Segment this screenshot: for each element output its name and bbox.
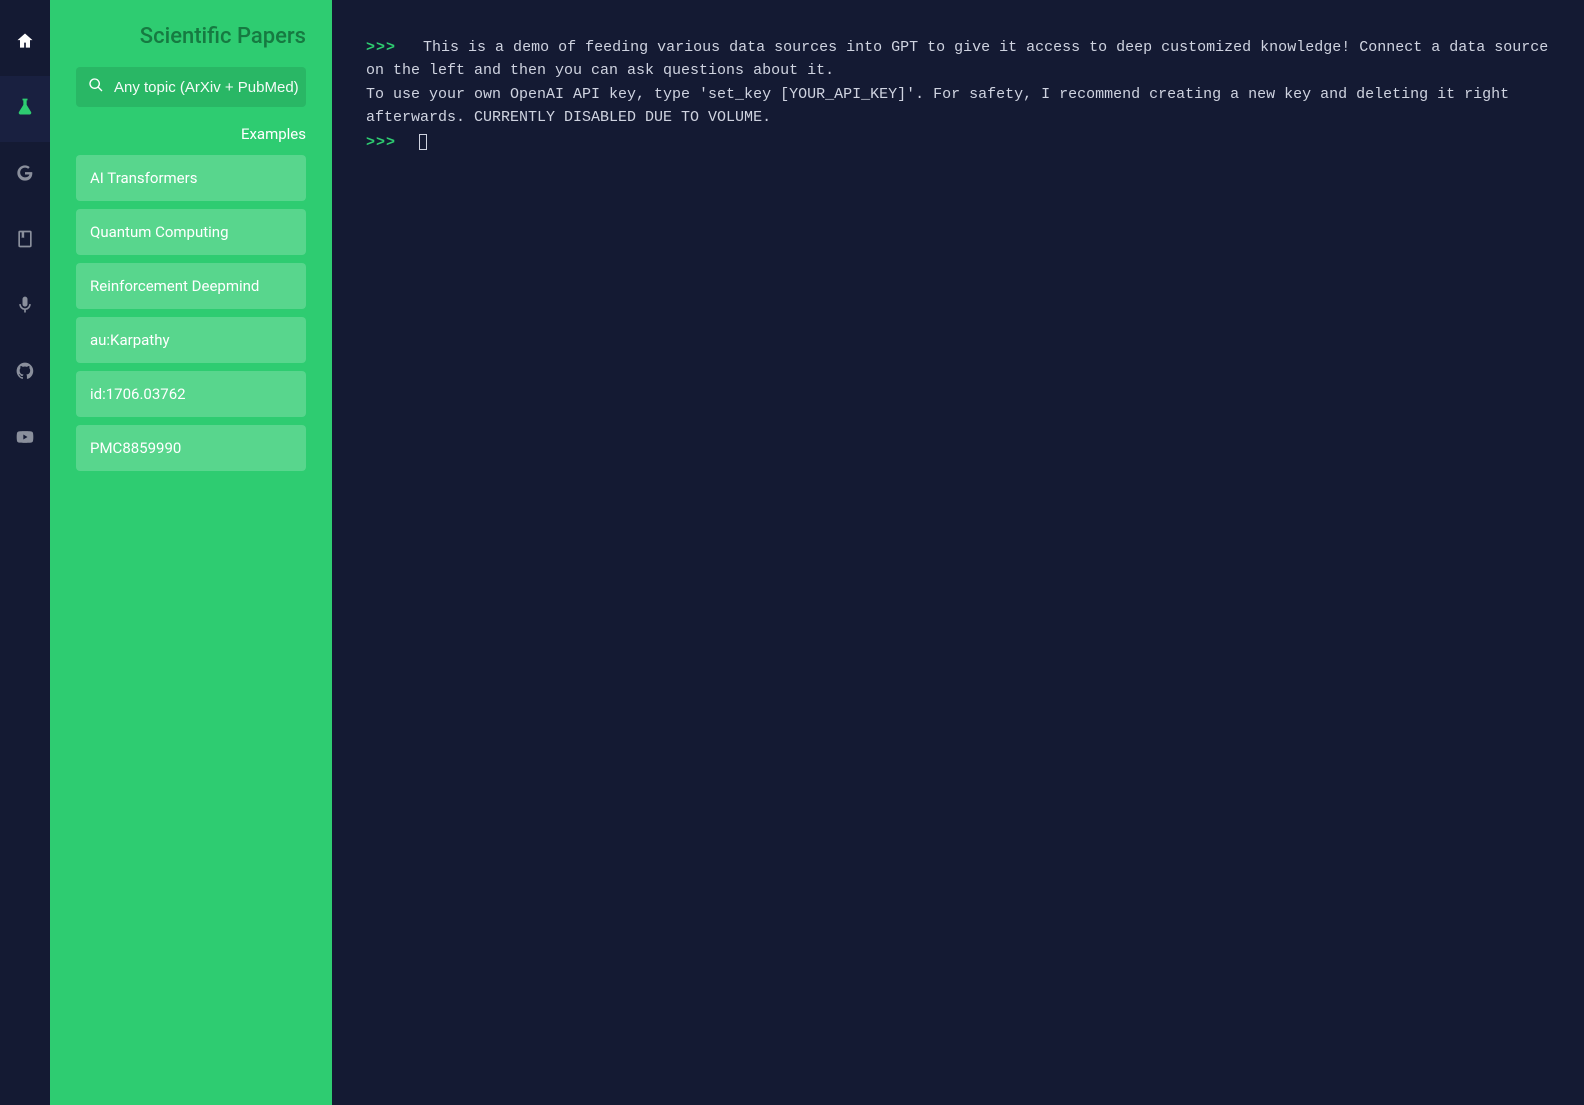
example-chip[interactable]: Quantum Computing: [76, 209, 306, 255]
sidebar: Scientific Papers Examples AI Transforme…: [50, 0, 332, 1105]
rail-podcast[interactable]: [0, 274, 50, 340]
example-chip[interactable]: PMC8859990: [76, 425, 306, 471]
google-icon: [15, 163, 35, 187]
rail-google[interactable]: [0, 142, 50, 208]
console[interactable]: >>> This is a demo of feeding various da…: [332, 0, 1584, 1105]
prompt-marker: >>>: [366, 39, 396, 56]
intro-text: This is a demo of feeding various data s…: [366, 39, 1557, 126]
icon-rail: [0, 0, 50, 1105]
example-chip[interactable]: AI Transformers: [76, 155, 306, 201]
console-input-line[interactable]: >>>: [366, 131, 1550, 154]
example-chip[interactable]: id:1706.03762: [76, 371, 306, 417]
youtube-icon: [15, 427, 35, 451]
flask-icon: [15, 97, 35, 121]
search-field[interactable]: [76, 67, 306, 107]
search-input[interactable]: [114, 79, 313, 96]
sidebar-title: Scientific Papers: [76, 24, 306, 49]
search-icon: [88, 77, 104, 97]
console-intro-line: >>> This is a demo of feeding various da…: [366, 36, 1550, 129]
rail-book[interactable]: [0, 208, 50, 274]
cursor-icon: [419, 134, 427, 150]
examples-label: Examples: [76, 125, 306, 143]
example-chip[interactable]: au:Karpathy: [76, 317, 306, 363]
prompt-marker: >>>: [366, 134, 396, 151]
rail-github[interactable]: [0, 340, 50, 406]
book-icon: [15, 229, 35, 253]
rail-youtube[interactable]: [0, 406, 50, 472]
home-icon: [15, 31, 35, 55]
mic-icon: [15, 295, 35, 319]
github-icon: [15, 361, 35, 385]
rail-home[interactable]: [0, 10, 50, 76]
rail-papers[interactable]: [0, 76, 50, 142]
example-chip[interactable]: Reinforcement Deepmind: [76, 263, 306, 309]
